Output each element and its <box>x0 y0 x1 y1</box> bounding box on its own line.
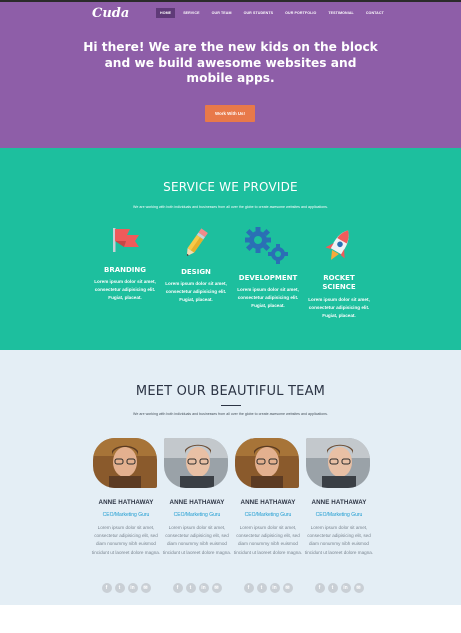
member-name: ANNE HATHAWAY <box>240 499 296 506</box>
social-links: f t in ✉ <box>169 583 225 593</box>
social-links: f t in ✉ <box>240 583 296 593</box>
flag-icon <box>108 226 142 259</box>
nav-contact[interactable]: CONTACT <box>362 8 388 18</box>
member-photo <box>164 438 228 488</box>
nav-home[interactable]: HOME <box>156 8 176 18</box>
member-photo <box>93 438 157 488</box>
member-bio: Lorem ipsum dolor sit amet, consectetur … <box>304 525 374 555</box>
service-text: Lorem ipsum dolor sit amet, consectetur … <box>94 279 156 300</box>
page-bottom <box>0 605 461 633</box>
member-name: ANNE HATHAWAY <box>98 499 154 506</box>
member-name: ANNE HATHAWAY <box>311 499 367 506</box>
member-role[interactable]: CEO/Marketing Guru <box>158 512 236 518</box>
service-text: Lorem ipsum dolor sit amet, consectetur … <box>237 287 299 308</box>
site-logo[interactable]: Cuda <box>92 6 129 21</box>
linkedin-icon[interactable]: in <box>340 583 351 593</box>
team-section: MEET OUR BEAUTIFUL TEAM We are working w… <box>0 350 461 605</box>
member-photo <box>306 438 370 488</box>
hero-headline: Hi there! We are the new kids on the blo… <box>83 40 378 85</box>
linkedin-icon[interactable]: in <box>269 583 280 593</box>
services-title: SERVICE WE PROVIDE <box>163 180 298 194</box>
top-border <box>0 0 461 2</box>
service-title: DEVELOPMENT <box>238 274 298 282</box>
pencil-icon <box>181 226 211 265</box>
member-photo <box>235 438 299 488</box>
service-text: Lorem ipsum dolor sit amet, consectetur … <box>165 281 227 302</box>
services-section: SERVICE WE PROVIDE We are working with b… <box>0 148 461 350</box>
linkedin-icon[interactable]: in <box>127 583 138 593</box>
email-icon[interactable]: ✉ <box>211 583 222 593</box>
service-design: DESIGN Lorem ipsum dolor sit amet, conse… <box>165 226 227 326</box>
hero-section: Cuda HOME SERVICE OUR TEAM OUR STUDENTS … <box>0 0 461 148</box>
email-icon[interactable]: ✉ <box>282 583 293 593</box>
twitter-icon[interactable]: t <box>114 583 125 593</box>
team-subtitle: We are working with both individuals and… <box>133 412 328 416</box>
service-title: BRANDING <box>103 266 147 274</box>
member-name: ANNE HATHAWAY <box>169 499 225 506</box>
service-development: DEVELOPMENT Lorem ipsum dolor sit amet, … <box>237 226 299 336</box>
email-icon[interactable]: ✉ <box>353 583 364 593</box>
main-nav: HOME SERVICE OUR TEAM OUR STUDENTS OUR P… <box>156 8 392 18</box>
facebook-icon[interactable]: f <box>314 583 325 593</box>
social-links: f t in ✉ <box>311 583 367 593</box>
twitter-icon[interactable]: t <box>185 583 196 593</box>
services-subtitle: We are working with both individuals and… <box>133 205 328 209</box>
nav-service[interactable]: SERVICE <box>179 8 203 18</box>
member-role[interactable]: CEO/Marketing Guru <box>87 512 165 518</box>
member-bio: Lorem ipsum dolor sit amet, consectetur … <box>233 525 303 555</box>
nav-our-students[interactable]: OUR STUDENTS <box>240 8 278 18</box>
gears-icon <box>242 226 294 271</box>
facebook-icon[interactable]: f <box>243 583 254 593</box>
title-divider <box>221 405 241 406</box>
twitter-icon[interactable]: t <box>256 583 267 593</box>
rocket-icon <box>324 226 354 271</box>
service-branding: BRANDING Lorem ipsum dolor sit amet, con… <box>94 226 156 326</box>
linkedin-icon[interactable]: in <box>198 583 209 593</box>
member-bio: Lorem ipsum dolor sit amet, consectetur … <box>162 525 232 555</box>
service-rocket-science: ROCKET SCIENCE Lorem ipsum dolor sit ame… <box>308 226 370 346</box>
facebook-icon[interactable]: f <box>172 583 183 593</box>
facebook-icon[interactable]: f <box>101 583 112 593</box>
nav-our-team[interactable]: OUR TEAM <box>208 8 236 18</box>
twitter-icon[interactable]: t <box>327 583 338 593</box>
nav-our-portfolio[interactable]: OUR PORTFOLIO <box>281 8 320 18</box>
member-bio: Lorem ipsum dolor sit amet, consectetur … <box>91 525 161 555</box>
service-text: Lorem ipsum dolor sit amet, consectetur … <box>308 297 370 318</box>
work-with-us-button[interactable]: Work With Us! <box>205 105 255 122</box>
service-title: DESIGN <box>181 268 211 276</box>
email-icon[interactable]: ✉ <box>140 583 151 593</box>
service-title: ROCKET SCIENCE <box>322 274 356 291</box>
nav-testimonial[interactable]: TESTIMONIAL <box>324 8 357 18</box>
member-role[interactable]: CEO/Marketing Guru <box>229 512 307 518</box>
team-title: MEET OUR BEAUTIFUL TEAM <box>135 384 326 399</box>
member-role[interactable]: CEO/Marketing Guru <box>300 512 378 518</box>
social-links: f t in ✉ <box>98 583 154 593</box>
